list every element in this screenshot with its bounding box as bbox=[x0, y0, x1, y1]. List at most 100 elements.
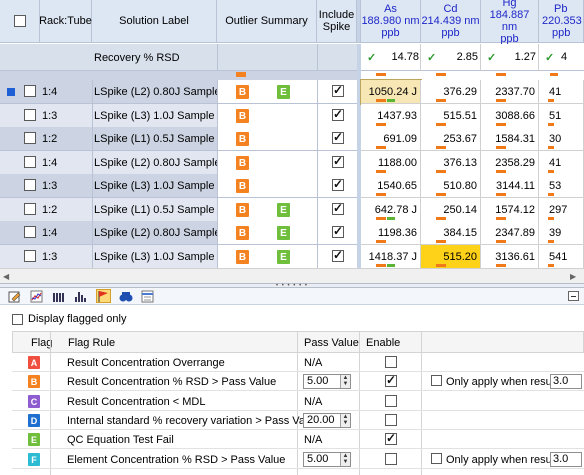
enable-checkbox[interactable] bbox=[385, 395, 397, 407]
pass-value-spinner[interactable]: 5.00 ▲ ▼ bbox=[303, 374, 351, 389]
value-cell-hg[interactable]: 3136.61 bbox=[481, 245, 539, 269]
value-cell-hg[interactable]: 2358.29 bbox=[481, 151, 539, 175]
value-cell-pb[interactable]: 30 bbox=[539, 127, 584, 151]
value-cell-as[interactable]: 1198.36 bbox=[361, 221, 421, 245]
value-cell-hg[interactable]: 3144.11 bbox=[481, 174, 539, 198]
edit-icon[interactable] bbox=[8, 290, 21, 303]
value-cell-pb[interactable]: 41 bbox=[539, 151, 584, 175]
pass-value-spinner[interactable]: 20.00 ▲ ▼ bbox=[303, 413, 351, 428]
chart-icon[interactable] bbox=[30, 290, 43, 303]
flag-rule-row[interactable]: B Result Concentration % RSD > Pass Value… bbox=[12, 372, 584, 391]
histogram-icon[interactable] bbox=[74, 290, 87, 303]
value-cell-hg[interactable]: 2347.89 bbox=[481, 221, 539, 245]
hg-column-header[interactable]: Hg 184.887 nm ppb bbox=[481, 0, 539, 45]
pb-column-header[interactable]: Pb 220.353 ppb bbox=[539, 0, 584, 43]
as-column-header[interactable]: As 188.980 nm ppb bbox=[361, 0, 421, 43]
enable-checkbox[interactable] bbox=[385, 414, 397, 426]
table-row[interactable]: 1:2 LSpike (L1) 0.5J Sample 3 B E bbox=[0, 198, 357, 222]
value-cell-as[interactable]: 1540.65 bbox=[361, 174, 421, 198]
flag-rule-row[interactable]: A Result Concentration Overrange N/A bbox=[12, 353, 584, 372]
table-row[interactable]: 1:3 LSpike (L3) 1.0J Sample 3 B E bbox=[0, 245, 357, 269]
spinner-arrows-icon[interactable]: ▲ ▼ bbox=[340, 414, 350, 427]
solution-label-header[interactable]: Solution Label bbox=[92, 0, 217, 43]
flag-icon[interactable] bbox=[96, 289, 111, 303]
value-cell-cd[interactable]: 515.20 bbox=[421, 245, 481, 269]
flag-rule-row[interactable]: C Result Concentration < MDL N/A bbox=[12, 392, 584, 411]
spinner-arrows-icon[interactable]: ▲ ▼ bbox=[340, 453, 350, 466]
table-row[interactable]: 1:4 LSpike (L2) 0.80J Sample 1 B E bbox=[0, 80, 357, 104]
binoculars-icon[interactable] bbox=[119, 290, 133, 303]
outlier-badge-e[interactable]: E bbox=[277, 203, 290, 217]
table-row[interactable]: 1:4 LSpike (L2) 0.80J Sample 2 B bbox=[0, 151, 357, 175]
bar-icon[interactable] bbox=[52, 290, 65, 303]
row-checkbox[interactable] bbox=[24, 226, 36, 238]
value-cell-hg[interactable]: 3088.66 bbox=[481, 104, 539, 128]
include-spike-checkbox[interactable] bbox=[332, 107, 344, 121]
value-cell-pb[interactable]: 39 bbox=[539, 221, 584, 245]
scroll-right-icon[interactable]: ▶ bbox=[570, 272, 576, 281]
row-checkbox[interactable] bbox=[24, 109, 36, 121]
only-apply-checkbox[interactable] bbox=[431, 375, 442, 386]
value-cell-as[interactable]: 1418.37 J bbox=[361, 245, 421, 269]
value-cell-pb[interactable]: 541 bbox=[539, 245, 584, 269]
value-cell-hg[interactable]: 1584.31 bbox=[481, 127, 539, 151]
enable-checkbox[interactable] bbox=[385, 453, 397, 465]
row-checkbox[interactable] bbox=[24, 203, 36, 215]
outlier-badge-e[interactable]: E bbox=[277, 226, 290, 240]
horizontal-scrollbar[interactable]: ◀ ▶ bbox=[0, 268, 584, 283]
value-cell-cd[interactable]: 376.29 bbox=[421, 80, 481, 104]
outlier-badge-e[interactable]: E bbox=[277, 85, 290, 99]
only-apply-checkbox[interactable] bbox=[431, 453, 442, 464]
value-cell-pb[interactable]: 41 bbox=[539, 80, 584, 104]
value-cell-cd[interactable]: 253.67 bbox=[421, 127, 481, 151]
table-icon[interactable] bbox=[141, 290, 154, 303]
collapse-panel-icon[interactable] bbox=[568, 291, 579, 301]
row-checkbox[interactable] bbox=[24, 156, 36, 168]
outlier-badge-b[interactable]: B bbox=[236, 109, 249, 123]
include-spike-header[interactable]: Include Spike bbox=[317, 0, 357, 43]
outlier-badge-b[interactable]: B bbox=[236, 250, 249, 264]
value-cell-hg[interactable]: 1574.12 bbox=[481, 198, 539, 222]
value-cell-cd[interactable]: 384.15 bbox=[421, 221, 481, 245]
enable-checkbox[interactable] bbox=[385, 373, 397, 387]
outlier-badge-b[interactable]: B bbox=[236, 156, 249, 170]
outlier-badge-b[interactable]: B bbox=[236, 226, 249, 240]
flag-rule-row[interactable]: F Element Concentration % RSD > Pass Valu… bbox=[12, 450, 584, 469]
include-spike-checkbox[interactable] bbox=[332, 83, 344, 97]
pass-value-spinner[interactable]: 5.00 ▲ ▼ bbox=[303, 452, 351, 467]
row-checkbox[interactable] bbox=[24, 132, 36, 144]
row-checkbox[interactable] bbox=[24, 85, 36, 97]
table-row[interactable]: 1:3 LSpike (L3) 1.0J Sample 2 B bbox=[0, 174, 357, 198]
outlier-badge-e[interactable]: E bbox=[277, 250, 290, 264]
table-row[interactable]: 1:2 LSpike (L1) 0.5J Sample 2 B bbox=[0, 127, 357, 151]
row-checkbox[interactable] bbox=[24, 179, 36, 191]
value-cell-pb[interactable]: 53 bbox=[539, 174, 584, 198]
flag-rule-row[interactable]: E QC Equation Test Fail N/A bbox=[12, 430, 584, 449]
value-cell-cd[interactable]: 250.14 bbox=[421, 198, 481, 222]
outlier-summary-header[interactable]: Outlier Summary bbox=[217, 0, 317, 43]
value-cell-as[interactable]: 642.78 J bbox=[361, 198, 421, 222]
enable-checkbox[interactable] bbox=[385, 356, 397, 368]
value-cell-cd[interactable]: 515.51 bbox=[421, 104, 481, 128]
value-cell-pb[interactable]: 297 bbox=[539, 198, 584, 222]
rack-tube-header[interactable]: Rack:Tube bbox=[39, 0, 92, 43]
row-checkbox[interactable] bbox=[24, 250, 36, 262]
scroll-left-icon[interactable]: ◀ bbox=[3, 272, 9, 281]
include-spike-checkbox[interactable] bbox=[332, 248, 344, 262]
table-row[interactable]: 1:4 LSpike (L2) 0.80J Sample 3 B E bbox=[0, 221, 357, 245]
display-flagged-only-checkbox[interactable] bbox=[12, 313, 23, 325]
include-spike-checkbox[interactable] bbox=[332, 154, 344, 168]
only-apply-value-input[interactable]: 3.0 bbox=[550, 374, 582, 389]
select-all-checkbox[interactable] bbox=[13, 15, 26, 27]
include-spike-checkbox[interactable] bbox=[332, 130, 344, 144]
enable-checkbox[interactable] bbox=[385, 431, 397, 445]
table-row[interactable]: 1:3 LSpike (L3) 1.0J Sample 1 B bbox=[0, 104, 357, 128]
value-cell-hg[interactable]: 2337.70 bbox=[481, 80, 539, 104]
spinner-arrows-icon[interactable]: ▲ ▼ bbox=[340, 375, 350, 388]
outlier-badge-b[interactable]: B bbox=[236, 132, 249, 146]
value-cell-as[interactable]: 1437.93 bbox=[361, 104, 421, 128]
cd-column-header[interactable]: Cd 214.439 nm ppb bbox=[421, 0, 481, 43]
flag-rule-row[interactable]: D Internal standard % recovery variation … bbox=[12, 411, 584, 430]
value-cell-as[interactable]: 1050.24 J bbox=[360, 79, 422, 105]
outlier-badge-b[interactable]: B bbox=[236, 203, 249, 217]
